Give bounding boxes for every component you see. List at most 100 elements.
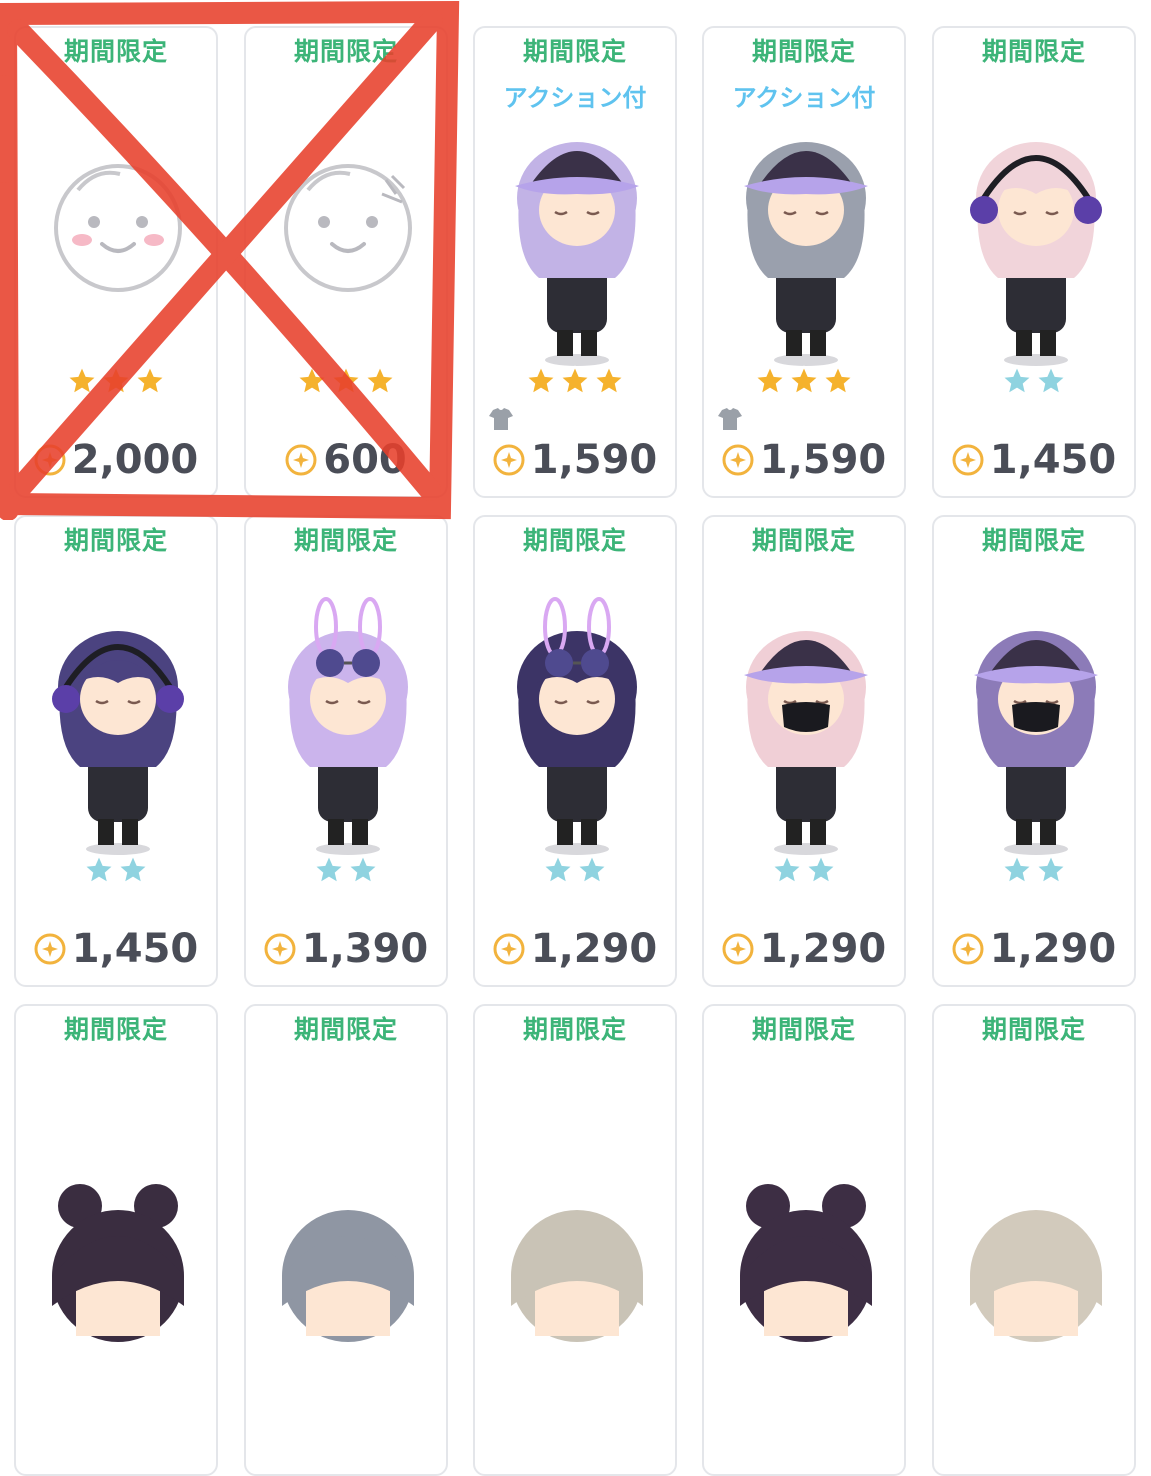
shop-item-card[interactable]: 期間限定 (702, 1004, 906, 1476)
shop-item-card[interactable]: 期間限定 アクション付 1,590 (702, 26, 906, 498)
rarity-stars (704, 364, 904, 398)
avatar-figure (744, 142, 868, 366)
coin-icon (722, 444, 754, 476)
avatar-preview-image[interactable] (246, 587, 448, 867)
action-included-label: アクション付 (503, 84, 647, 112)
shop-item-card[interactable]: 期間限定 1,450 (14, 515, 218, 987)
limited-time-tag: 期間限定 (293, 1015, 398, 1044)
avatar-preview-image[interactable] (16, 1076, 218, 1356)
price-tag: 1,450 (16, 925, 216, 973)
avatar-preview-image[interactable] (934, 1076, 1136, 1356)
price-tag: 1,290 (475, 925, 675, 973)
blank-face-icon (54, 164, 182, 292)
avatar-preview-image[interactable] (704, 98, 906, 378)
avatar-preview-image[interactable] (475, 98, 677, 378)
rarity-stars (16, 853, 216, 887)
coin-icon (264, 933, 296, 965)
star-icon (542, 854, 574, 885)
price-tag: 1,590 (704, 436, 904, 484)
shop-item-card[interactable]: 期間限定 1,290 (702, 515, 906, 987)
rarity-stars (934, 853, 1134, 887)
shop-item-card[interactable]: 期間限定 (14, 1004, 218, 1476)
rarity-stars (246, 853, 446, 887)
avatar-figure (52, 1184, 184, 1342)
price-amount: 1,290 (759, 926, 887, 972)
shop-item-card[interactable]: 期間限定 (473, 1004, 677, 1476)
price-amount: 1,450 (989, 437, 1117, 483)
avatar-preview-image[interactable] (16, 98, 218, 378)
action-included-label: アクション付 (732, 84, 876, 112)
star-icon (805, 854, 837, 885)
shop-item-card[interactable]: 期間限定 1,450 (932, 26, 1136, 498)
avatar-preview-image[interactable] (934, 98, 1136, 378)
limited-time-tag: 期間限定 (63, 1015, 168, 1044)
star-icon (788, 365, 820, 396)
coin-icon (285, 444, 317, 476)
price-tag: 1,290 (704, 925, 904, 973)
coin-icon (493, 444, 525, 476)
item-grid: 期間限定 2,000 期間限定 600 期間限定 アクション付 1,590 期間限定 アクション… (0, 0, 1151, 1476)
star-icon (83, 854, 115, 885)
shop-item-card[interactable]: 期間限定 (244, 1004, 448, 1476)
price-amount: 1,590 (759, 437, 887, 483)
avatar-preview-image[interactable] (934, 587, 1136, 867)
avatar-preview-image[interactable] (704, 1076, 906, 1356)
coin-icon (34, 444, 66, 476)
shop-item-card[interactable]: 期間限定 1,290 (932, 515, 1136, 987)
limited-time-tag: 期間限定 (981, 1015, 1086, 1044)
shop-item-card[interactable]: 期間限定 アクション付 1,590 (473, 26, 677, 498)
shirt-icon (489, 408, 513, 430)
rarity-stars (475, 853, 675, 887)
avatar-preview-image[interactable] (475, 587, 677, 867)
star-icon (66, 365, 98, 396)
price-amount: 2,000 (71, 437, 199, 483)
price-tag: 600 (246, 436, 446, 484)
limited-time-tag: 期間限定 (522, 1015, 627, 1044)
star-icon (593, 365, 625, 396)
star-icon (576, 854, 608, 885)
price-amount: 600 (323, 437, 407, 483)
avatar-figure (974, 631, 1098, 855)
avatar-preview-image[interactable] (704, 587, 906, 867)
limited-time-tag: 期間限定 (522, 526, 627, 555)
avatar-preview-image[interactable] (16, 587, 218, 867)
price-tag: 2,000 (16, 436, 216, 484)
limited-time-tag: 期間限定 (751, 526, 856, 555)
star-icon (347, 854, 379, 885)
limited-time-tag: 期間限定 (981, 526, 1086, 555)
coin-icon (952, 933, 984, 965)
price-tag: 1,590 (475, 436, 675, 484)
blank-face-icon (284, 164, 412, 292)
star-icon (771, 854, 803, 885)
avatar-figure (740, 1184, 872, 1342)
star-icon (754, 365, 786, 396)
avatar-preview-image[interactable] (246, 98, 448, 378)
star-icon (1035, 365, 1067, 396)
price-tag: 1,390 (246, 925, 446, 973)
price-amount: 1,390 (301, 926, 429, 972)
star-icon (100, 365, 132, 396)
rarity-stars (246, 364, 446, 398)
rarity-stars (16, 364, 216, 398)
coin-icon (34, 933, 66, 965)
shop-item-card[interactable]: 期間限定 1,290 (473, 515, 677, 987)
star-icon (822, 365, 854, 396)
shop-item-card[interactable]: 期間限定 600 (244, 26, 448, 498)
price-amount: 1,450 (71, 926, 199, 972)
limited-time-tag: 期間限定 (751, 1015, 856, 1044)
avatar-figure (511, 1210, 643, 1342)
avatar-preview-image[interactable] (246, 1076, 448, 1356)
star-icon (1001, 854, 1033, 885)
star-icon (559, 365, 591, 396)
star-icon (313, 854, 345, 885)
limited-time-tag: 期間限定 (63, 37, 168, 66)
limited-time-tag: 期間限定 (981, 37, 1086, 66)
coin-icon (493, 933, 525, 965)
shop-item-card[interactable]: 期間限定 (932, 1004, 1136, 1476)
shop-item-card[interactable]: 期間限定 1,390 (244, 515, 448, 987)
price-amount: 1,590 (530, 437, 658, 483)
shop-item-card[interactable]: 期間限定 2,000 (14, 26, 218, 498)
star-icon (525, 365, 557, 396)
avatar-preview-image[interactable] (475, 1076, 677, 1356)
star-icon (1001, 365, 1033, 396)
